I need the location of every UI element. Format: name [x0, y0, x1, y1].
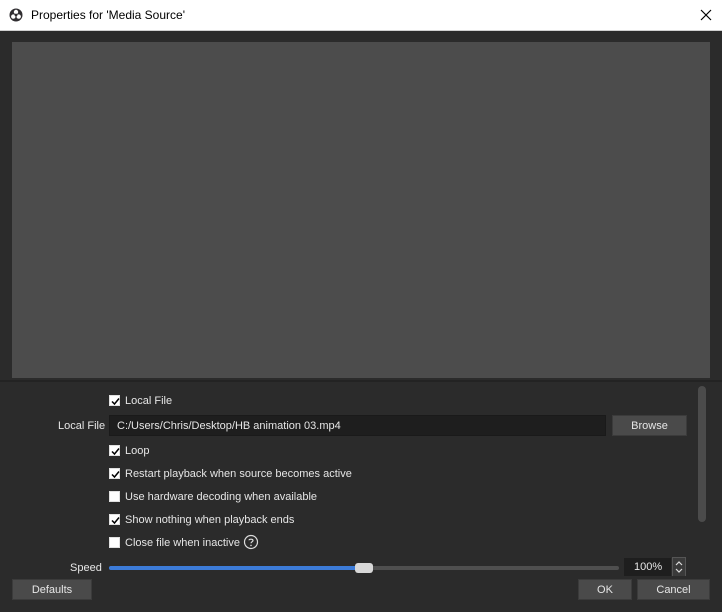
help-circle-icon[interactable]	[243, 534, 259, 550]
show-nothing-label: Show nothing when playback ends	[125, 514, 295, 526]
hardware-decoding-checkbox[interactable]	[109, 491, 120, 502]
speed-slider-fill	[109, 566, 364, 570]
restart-playback-checkbox[interactable]	[109, 468, 120, 479]
speed-value-input[interactable]: 100%	[624, 558, 671, 576]
close-button[interactable]	[694, 4, 718, 26]
show-nothing-checkbox[interactable]	[109, 514, 120, 525]
local-file-checkbox-label: Local File	[125, 395, 173, 407]
speed-slider-thumb[interactable]	[355, 563, 373, 573]
loop-label: Loop	[125, 445, 150, 457]
speed-spinner[interactable]	[672, 557, 686, 577]
splitter[interactable]	[0, 380, 722, 382]
properties-scrollbar[interactable]	[698, 386, 706, 522]
hardware-decoding-label: Use hardware decoding when available	[125, 491, 318, 503]
local-file-checkbox[interactable]	[109, 395, 120, 406]
window-title: Properties for 'Media Source'	[31, 8, 185, 22]
close-inactive-label: Close file when inactive	[125, 537, 240, 549]
close-inactive-checkbox[interactable]	[109, 537, 120, 548]
title-bar: Properties for 'Media Source'	[0, 0, 722, 31]
source-preview	[12, 42, 710, 378]
chevron-down-icon	[675, 568, 683, 573]
obs-icon	[9, 8, 23, 22]
chevron-up-icon	[675, 561, 683, 566]
cancel-button[interactable]: Cancel	[637, 579, 710, 600]
defaults-button[interactable]: Defaults	[12, 579, 92, 600]
local-file-label: Local File	[58, 420, 106, 432]
restart-playback-label: Restart playback when source becomes act…	[125, 468, 352, 480]
local-file-path-input[interactable]: C:/Users/Chris/Desktop/HB animation 03.m…	[109, 415, 606, 436]
loop-checkbox[interactable]	[109, 445, 120, 456]
browse-button[interactable]: Browse	[612, 415, 687, 436]
close-icon	[700, 9, 712, 21]
ok-button[interactable]: OK	[578, 579, 632, 600]
speed-label: Speed	[70, 562, 102, 574]
